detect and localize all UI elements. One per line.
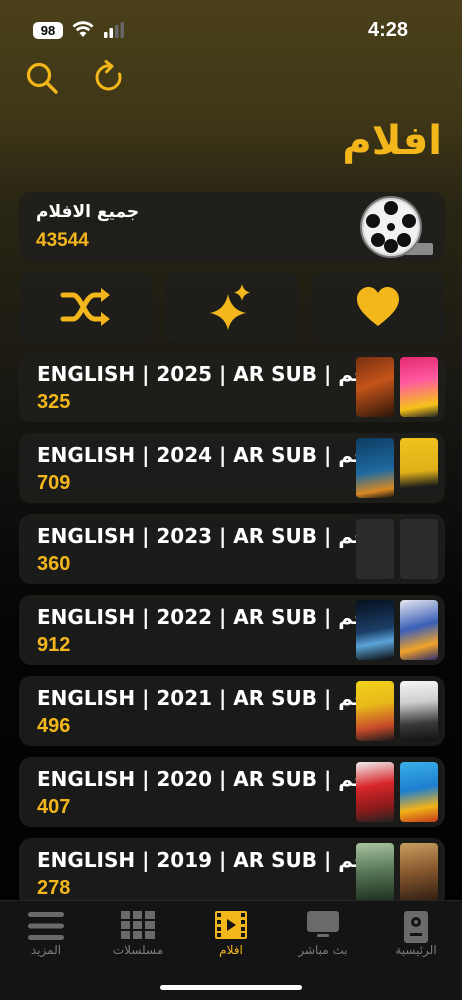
- shuffle-button[interactable]: [19, 272, 153, 342]
- shuffle-icon: [60, 288, 110, 326]
- category-row[interactable]: ENGLISH | 2020 | AR SUB | زجم 407: [19, 757, 445, 827]
- poster-thumbnail: [400, 762, 438, 822]
- tab-movies[interactable]: افلام: [185, 901, 277, 971]
- favorites-button[interactable]: [311, 272, 445, 342]
- refresh-icon[interactable]: [92, 60, 128, 96]
- home-device-icon: [404, 911, 428, 943]
- all-movies-card[interactable]: جميع الافلام 43544: [19, 192, 445, 262]
- poster-thumbnail: [356, 681, 394, 741]
- search-icon[interactable]: [24, 60, 60, 96]
- heart-icon: [357, 287, 399, 326]
- category-row[interactable]: ENGLISH | 2023 | AR SUB | زجم 360: [19, 514, 445, 584]
- category-row[interactable]: ENGLISH | 2025 | AR SUB | زجم 325: [19, 352, 445, 422]
- poster-thumbnail: [400, 600, 438, 660]
- category-label: ENGLISH | 2023 | AR SUB | زجم: [37, 524, 380, 548]
- film-icon: [215, 911, 247, 939]
- tab-label: بث مباشر: [298, 943, 348, 957]
- all-movies-count: 43544: [36, 230, 89, 251]
- category-row[interactable]: ENGLISH | 2021 | AR SUB | زجم 496: [19, 676, 445, 746]
- status-bar: 98 4:28: [0, 0, 462, 58]
- menu-icon: [28, 912, 64, 940]
- film-reel-icon: [360, 196, 433, 258]
- category-label: ENGLISH | 2020 | AR SUB | زجم: [37, 767, 380, 791]
- battery-indicator: 98: [33, 22, 63, 39]
- category-count: 709: [37, 472, 71, 494]
- tab-live[interactable]: بث مباشر: [277, 901, 369, 971]
- category-count: 325: [37, 391, 71, 413]
- poster-thumbnail: [356, 762, 394, 822]
- tab-more[interactable]: المزيد: [0, 901, 92, 971]
- signal-icon: [104, 22, 124, 38]
- tab-series[interactable]: مسلسلات: [92, 901, 184, 971]
- sparkles-icon: [210, 284, 250, 330]
- category-count: 360: [37, 553, 71, 575]
- suggestions-button[interactable]: [164, 272, 298, 342]
- category-count: 407: [37, 796, 71, 818]
- poster-thumbnail: [356, 438, 394, 498]
- tab-label: افلام: [219, 943, 243, 957]
- tab-home[interactable]: الرئيسية: [370, 901, 462, 971]
- category-row[interactable]: ENGLISH | 2022 | AR SUB | زجم 912: [19, 595, 445, 665]
- poster-thumbnail: [356, 843, 394, 903]
- poster-thumbnail: [400, 357, 438, 417]
- tv-icon: [307, 911, 339, 937]
- poster-thumbnail: [356, 600, 394, 660]
- category-label: ENGLISH | 2021 | AR SUB | زجم: [37, 686, 380, 710]
- tab-label: الرئيسية: [395, 943, 437, 957]
- wifi-icon: [72, 21, 94, 37]
- status-time: 4:28: [367, 19, 408, 41]
- poster-thumbnail: [400, 438, 438, 498]
- category-row[interactable]: ENGLISH | 2019 | AR SUB | زجم 278: [19, 838, 445, 908]
- category-label: ENGLISH | 2025 | AR SUB | زجم: [37, 362, 380, 386]
- poster-thumbnail: [400, 681, 438, 741]
- tab-label: المزيد: [30, 943, 62, 957]
- all-movies-label: جميع الافلام: [36, 202, 140, 222]
- poster-thumbnail: [400, 843, 438, 903]
- poster-thumbnail: [356, 357, 394, 417]
- grid-icon: [121, 911, 155, 939]
- category-count: 912: [37, 634, 71, 656]
- home-indicator: [160, 985, 302, 990]
- category-label: ENGLISH | 2024 | AR SUB | زجم: [37, 443, 380, 467]
- category-count: 278: [37, 877, 71, 899]
- category-label: ENGLISH | 2022 | AR SUB | زجم: [37, 605, 380, 629]
- tab-label: مسلسلات: [112, 943, 164, 957]
- poster-placeholder: [356, 519, 394, 579]
- category-count: 496: [37, 715, 71, 737]
- page-title: افلام: [342, 118, 442, 164]
- category-row[interactable]: ENGLISH | 2024 | AR SUB | زجم 709: [19, 433, 445, 503]
- poster-placeholder: [400, 519, 438, 579]
- category-label: ENGLISH | 2019 | AR SUB | زجم: [37, 848, 380, 872]
